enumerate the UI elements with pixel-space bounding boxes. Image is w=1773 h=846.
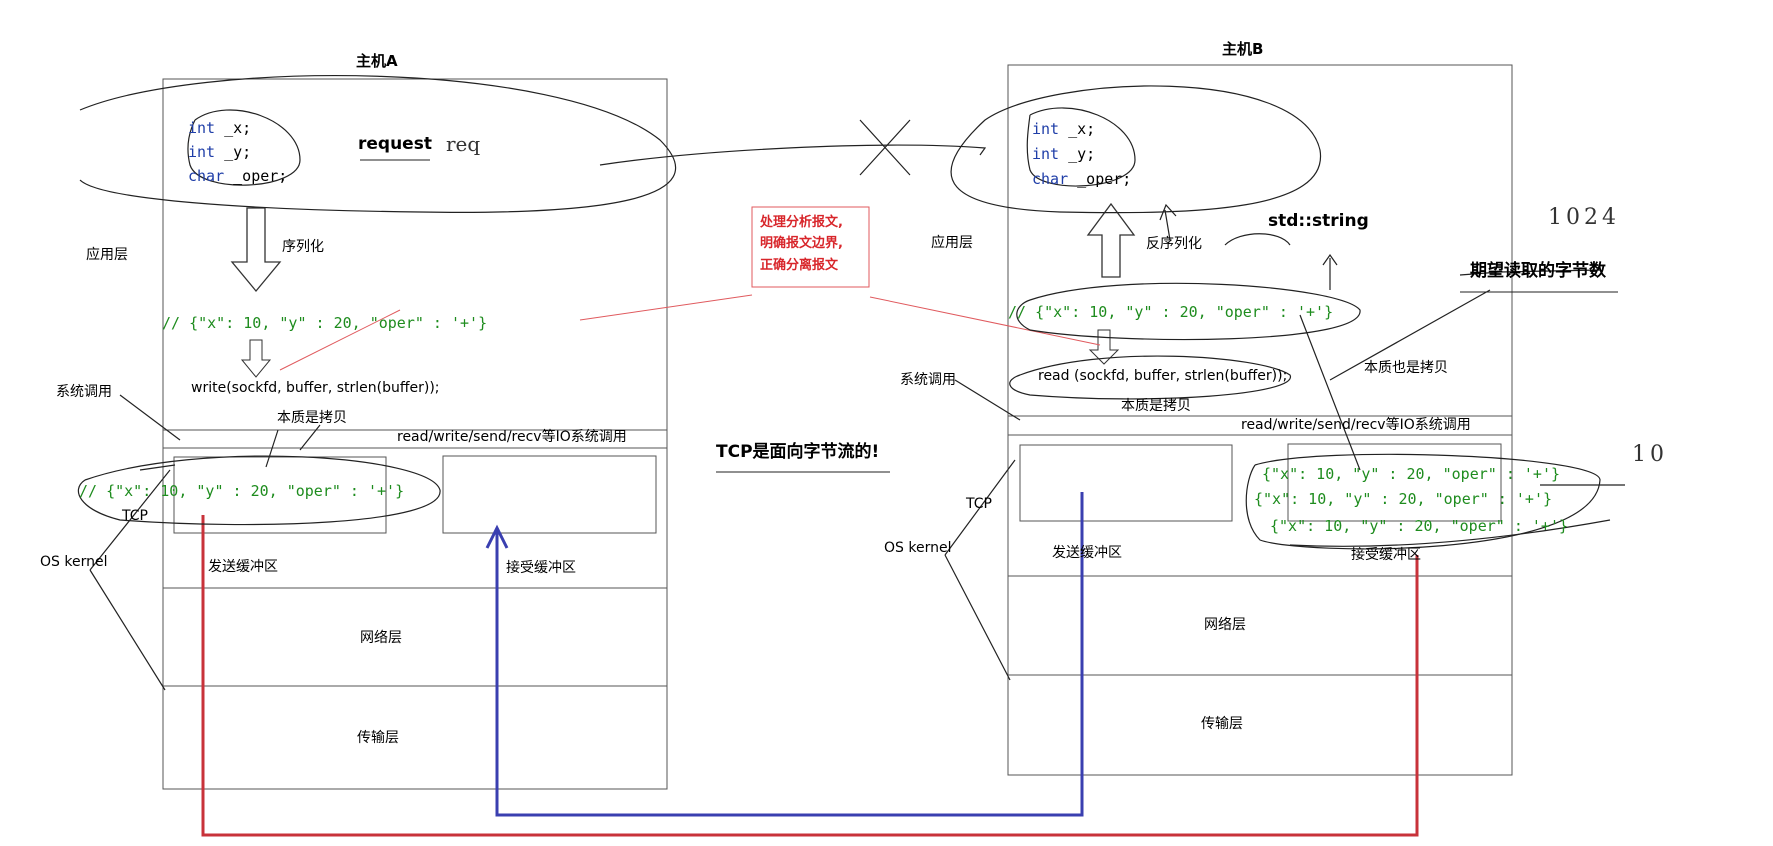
keyword: char	[1032, 170, 1069, 188]
host-a-code-line-3: char _oper;	[188, 169, 287, 184]
host-a-recv-buffer: 接受缓冲区	[506, 560, 576, 576]
note-line-3: 正确分离报文	[760, 257, 839, 273]
request-scribble: req	[446, 132, 481, 156]
code-rest: _oper;	[224, 167, 288, 185]
serialize-arrow	[230, 207, 282, 293]
host-a-code-line-1: int _x;	[188, 121, 251, 136]
host-a-network-layer: 网络层	[360, 630, 402, 646]
host-a-os-kernel: OS kernel	[40, 554, 108, 570]
keyword: int	[188, 119, 216, 137]
host-a-send-buffer: 发送缓冲区	[208, 559, 278, 575]
diagram-canvas	[77, 64, 1625, 837]
host-b-io-calls: read/write/send/recv等IO系统调用	[1241, 417, 1471, 433]
host-b-os-kernel: OS kernel	[884, 540, 952, 556]
keyword: int	[1032, 120, 1060, 138]
note-line-2: 明确报文边界,	[760, 236, 843, 252]
host-b-network-layer: 网络层	[1204, 617, 1246, 633]
host-a-write-call: write(sockfd, buffer, strlen(buffer));	[191, 380, 440, 396]
host-b-send-buffer-box	[1019, 444, 1233, 522]
host-a-app-layer: 应用层	[86, 247, 128, 263]
host-a-tcp-label: TCP	[122, 508, 148, 524]
code-rest: _x;	[1059, 120, 1096, 138]
request-label: request	[358, 134, 432, 154]
code-rest: _x;	[215, 119, 252, 137]
host-b-recv-json-3: {"x": 10, "y" : 20, "oper" : '+'}	[1270, 517, 1569, 535]
host-a-copy-note: 本质是拷贝	[277, 410, 347, 426]
host-a-transport-layer: 传输层	[357, 730, 399, 746]
keyword: char	[188, 167, 225, 185]
expected-bytes-label: 期望读取的字节数	[1470, 261, 1606, 281]
message-boundary-note: 处理分析报文, 明确报文边界, 正确分离报文	[760, 212, 843, 276]
handwritten-1024: 1024	[1548, 205, 1620, 230]
code-rest: _oper;	[1068, 170, 1132, 188]
host-b-deserialize-label: 反序列化	[1146, 236, 1202, 252]
host-a-serialize-label: 序列化	[282, 239, 324, 255]
host-a-json-line: // {"x": 10, "y" : 20, "oper" : '+'}	[162, 314, 488, 332]
keyword: int	[188, 143, 216, 161]
host-b-transport-layer: 传输层	[1201, 716, 1243, 732]
host-a-title: 主机A	[356, 52, 398, 70]
host-b-app-layer: 应用层	[931, 235, 973, 251]
host-b-code-line-2: int _y;	[1032, 147, 1095, 162]
host-a-recv-buffer-box	[442, 455, 657, 534]
std-string-label: std::string	[1268, 211, 1369, 231]
host-b-send-buffer: 发送缓冲区	[1052, 545, 1122, 561]
keyword: int	[1032, 145, 1060, 163]
code-rest: _y;	[1059, 145, 1096, 163]
host-b-code-line-3: char _oper;	[1032, 172, 1131, 187]
host-b-recv-json-2: {"x": 10, "y" : 20, "oper" : '+'}	[1254, 490, 1553, 508]
host-b-syscall-label: 系统调用	[900, 372, 956, 388]
host-a-syscall-label: 系统调用	[56, 384, 112, 400]
tcp-stream-note: TCP是面向字节流的!	[716, 442, 880, 462]
deserialize-arrow	[1086, 202, 1136, 278]
code-rest: _y;	[215, 143, 252, 161]
host-b-recv-buffer: 接受缓冲区	[1351, 547, 1421, 563]
note-line-1: 处理分析报文,	[760, 215, 843, 230]
host-b-read-call: read (sockfd, buffer, strlen(buffer));	[1038, 368, 1288, 384]
host-b-code-line-1: int _x;	[1032, 122, 1095, 137]
host-b-tcp-label: TCP	[966, 496, 992, 512]
handwritten-10: 10	[1632, 442, 1668, 467]
recv-path-line	[495, 492, 1084, 817]
host-b-json-line: // {"x": 10, "y" : 20, "oper" : '+'}	[1008, 303, 1334, 321]
host-a-code-line-2: int _y;	[188, 145, 251, 160]
host-a-buffer-json: // {"x": 10, "y" : 20, "oper" : '+'}	[79, 482, 405, 500]
host-a-io-calls: read/write/send/recv等IO系统调用	[397, 429, 627, 445]
host-b-copy-note-2: 本质是拷贝	[1121, 398, 1191, 414]
host-b-title: 主机B	[1222, 40, 1264, 58]
host-b-recv-json-1: {"x": 10, "y" : 20, "oper" : '+'}	[1262, 465, 1561, 483]
host-b-copy-note-1: 本质也是拷贝	[1364, 360, 1448, 376]
